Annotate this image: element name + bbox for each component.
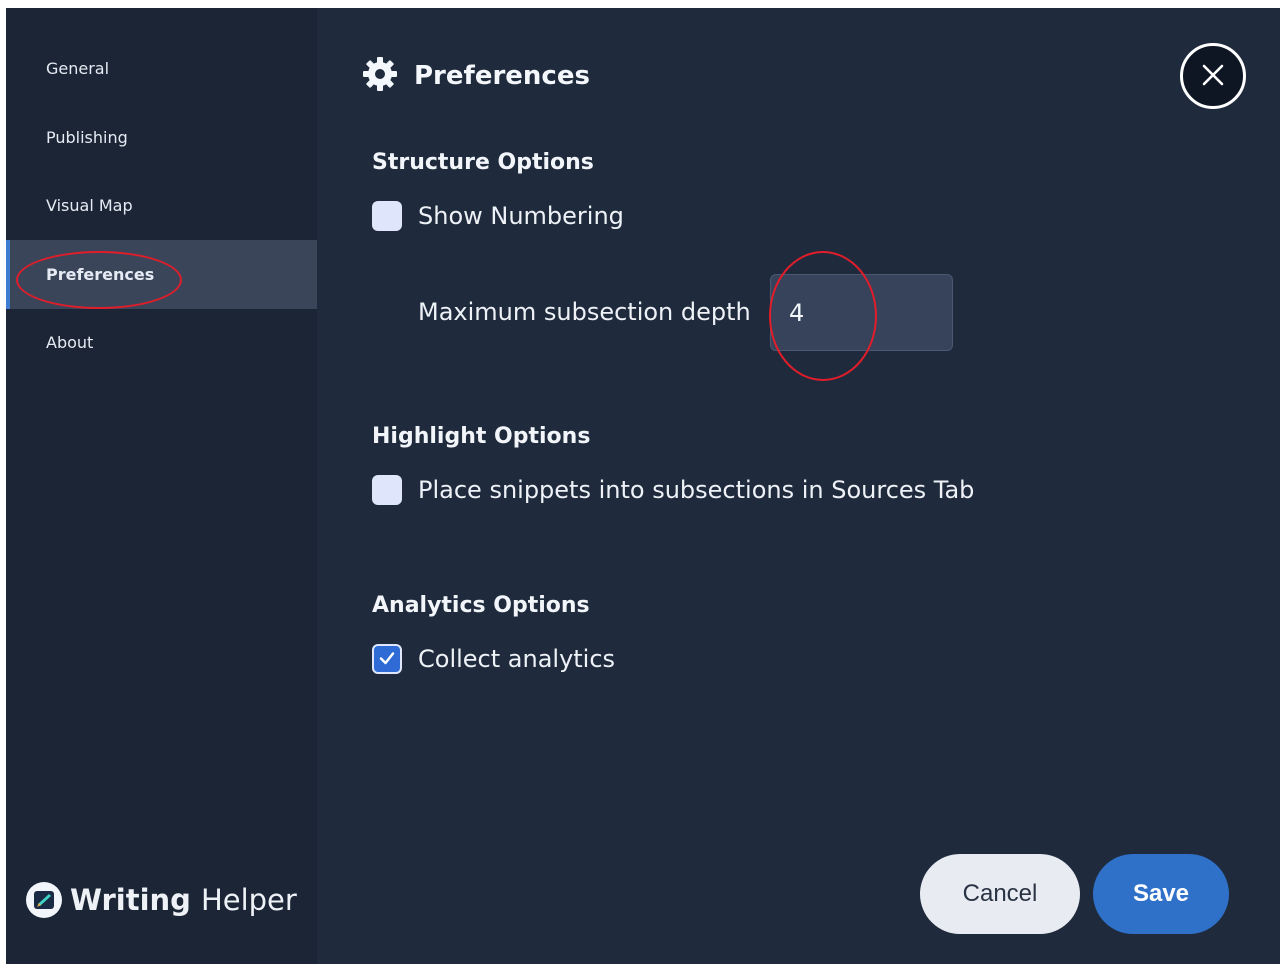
sidebar-item-visual-map[interactable]: Visual Map — [6, 171, 317, 240]
collect-analytics-option[interactable]: Collect analytics — [372, 644, 615, 674]
collect-analytics-checkbox[interactable] — [372, 644, 402, 674]
max-depth-input[interactable] — [770, 274, 953, 351]
cancel-button[interactable]: Cancel — [920, 854, 1080, 934]
sidebar-item-label: Publishing — [46, 128, 128, 147]
save-button[interactable]: Save — [1093, 854, 1229, 934]
checkmark-icon — [378, 645, 396, 673]
max-depth-label: Maximum subsection depth — [418, 298, 751, 326]
snippets-label: Place snippets into subsections in Sourc… — [418, 476, 975, 504]
sidebar-item-preferences[interactable]: Preferences — [6, 240, 317, 309]
snippets-checkbox[interactable] — [372, 475, 402, 505]
brand-logo: Writing Helper — [26, 880, 297, 920]
snippets-option[interactable]: Place snippets into subsections in Sourc… — [372, 475, 974, 505]
preferences-dialog: General Publishing Visual Map Preference… — [6, 8, 1280, 964]
brand-name-helper: Helper — [200, 883, 297, 917]
sidebar: General Publishing Visual Map Preference… — [6, 8, 317, 964]
brand-name-writing: Writing — [70, 883, 191, 917]
sidebar-item-label: Preferences — [46, 265, 155, 284]
dialog-header: Preferences — [362, 56, 590, 96]
close-icon — [1200, 62, 1226, 91]
sidebar-item-label: General — [46, 59, 110, 78]
show-numbering-option[interactable]: Show Numbering — [372, 201, 624, 231]
structure-options-heading: Structure Options — [372, 150, 594, 175]
sidebar-item-general[interactable]: General — [6, 34, 317, 103]
analytics-options-heading: Analytics Options — [372, 593, 590, 618]
show-numbering-label: Show Numbering — [418, 202, 624, 230]
show-numbering-checkbox[interactable] — [372, 201, 402, 231]
sidebar-item-label: About — [46, 333, 94, 352]
gear-icon — [362, 56, 398, 96]
close-button[interactable] — [1180, 43, 1246, 109]
sidebar-item-about[interactable]: About — [6, 308, 317, 377]
sidebar-item-label: Visual Map — [46, 196, 133, 215]
highlight-options-heading: Highlight Options — [372, 424, 591, 449]
sidebar-item-publishing[interactable]: Publishing — [6, 103, 317, 172]
collect-analytics-label: Collect analytics — [418, 645, 616, 673]
writing-helper-logo-icon — [26, 882, 62, 918]
page-title: Preferences — [414, 61, 590, 91]
